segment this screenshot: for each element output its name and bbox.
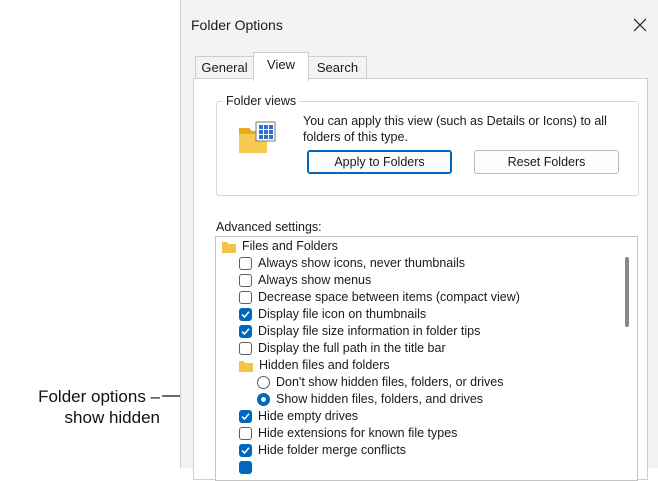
reset-folders-button[interactable]: Reset Folders (474, 150, 619, 174)
advanced-settings-label: Advanced settings: (216, 220, 322, 234)
option-hide-extensions[interactable]: Hide extensions for known file types (239, 425, 457, 442)
tree-group-label: Hidden files and folders (259, 358, 390, 372)
callout-line-1: Folder options – (38, 387, 160, 406)
tab-view[interactable]: View (253, 52, 309, 81)
close-button[interactable] (627, 12, 653, 38)
dialog-title: Folder Options (191, 17, 283, 33)
option-hide-merge-conflicts[interactable]: Hide folder merge conflicts (239, 442, 406, 459)
checkbox[interactable] (239, 342, 252, 355)
option-file-size-tips[interactable]: Display file size information in folder … (239, 323, 480, 340)
option-label: Display file icon on thumbnails (258, 307, 427, 321)
option-label: Hide folder merge conflicts (258, 443, 406, 457)
option-always-show-icons[interactable]: Always show icons, never thumbnails (239, 255, 465, 272)
option-full-path-title[interactable]: Display the full path in the title bar (239, 340, 446, 357)
checkbox[interactable] (239, 427, 252, 440)
option-label: Always show menus (258, 273, 372, 287)
scrollbar-thumb[interactable] (625, 257, 629, 327)
option-label: Display file size information in folder … (258, 324, 481, 338)
folder-icon (239, 360, 253, 372)
option-file-icon-thumbnails[interactable]: Display file icon on thumbnails (239, 306, 426, 323)
close-icon (633, 18, 647, 32)
callout-line-2: show hidden (64, 408, 160, 427)
apply-to-folders-button[interactable]: Apply to Folders (307, 150, 452, 174)
checkbox[interactable] (239, 291, 252, 304)
folder-options-dialog: Folder Options General View Search Folde… (180, 0, 658, 481)
option-label: Don't show hidden files, folders, or dri… (276, 375, 504, 389)
radio-button[interactable] (257, 376, 270, 389)
tree-scrollbar[interactable] (620, 237, 634, 480)
folder-views-description: You can apply this view (such as Details… (303, 114, 607, 144)
tree-group-label: Files and Folders (242, 239, 338, 253)
checkbox-checked[interactable] (239, 410, 252, 423)
callout-annotation: Folder options – show hidden (10, 386, 160, 428)
folder-views-legend: Folder views (223, 94, 300, 108)
option-label: Decrease space between items (compact vi… (258, 290, 520, 304)
folder-views-group: Folder views You can apply this view (su… (216, 94, 639, 196)
checkmark-icon (241, 328, 250, 336)
checkbox-checked[interactable] (239, 308, 252, 321)
checkmark-icon (241, 311, 250, 319)
checkbox[interactable] (239, 257, 252, 270)
folder-views-icon (239, 121, 276, 153)
option-compact-view[interactable]: Decrease space between items (compact vi… (239, 289, 520, 306)
tab-search[interactable]: Search (308, 56, 367, 80)
tree-group-hidden-files: Hidden files and folders (239, 357, 390, 374)
checkbox[interactable] (239, 274, 252, 287)
option-label: Hide extensions for known file types (258, 426, 458, 440)
checkbox-checked[interactable] (239, 325, 252, 338)
option-label: Show hidden files, folders, and drives (276, 392, 484, 406)
tab-general[interactable]: General (195, 56, 254, 80)
option-hide-empty-drives[interactable]: Hide empty drives (239, 408, 358, 425)
checkmark-icon (241, 447, 250, 455)
option-label: Hide empty drives (258, 409, 359, 423)
option-always-show-menus[interactable]: Always show menus (239, 272, 371, 289)
option-dont-show-hidden[interactable]: Don't show hidden files, folders, or dri… (257, 374, 504, 391)
checkmark-icon (241, 413, 250, 421)
option-label: Display the full path in the title bar (258, 341, 446, 355)
option-label: Always show icons, never thumbnails (258, 256, 466, 270)
checkbox-checked[interactable] (239, 444, 252, 457)
tree-group-files-and-folders: Files and Folders (222, 238, 338, 255)
view-tab-panel: Folder views You can apply this view (su… (193, 78, 648, 481)
advanced-settings-tree[interactable]: Files and Folders Always show icons, nev… (215, 236, 638, 481)
folder-icon (222, 241, 236, 253)
title-bar: Folder Options (181, 0, 658, 46)
option-show-hidden[interactable]: Show hidden files, folders, and drives (257, 391, 483, 408)
radio-button-selected[interactable] (257, 393, 270, 406)
